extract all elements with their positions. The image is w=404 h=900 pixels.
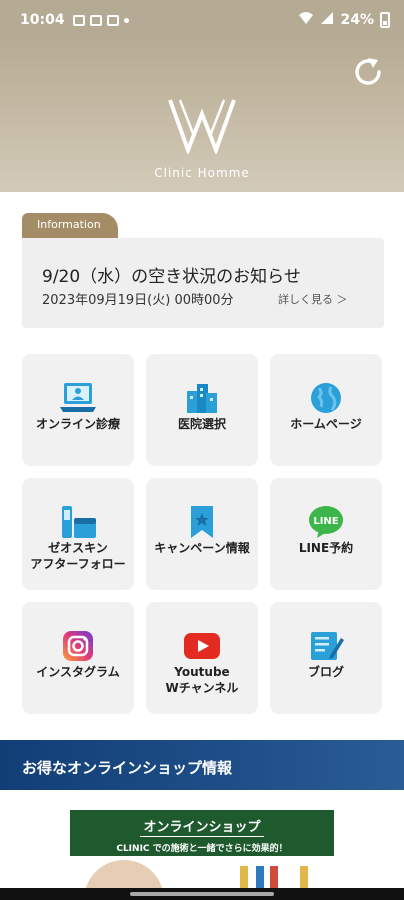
- battery-icon: [380, 12, 390, 28]
- clock: 10:04: [20, 12, 65, 28]
- shop-banner-subtitle: CLINIC での施術と一緒でさらに効果的！: [116, 844, 288, 854]
- see-more-link[interactable]: 詳しく見る ＞: [278, 291, 348, 307]
- system-icons: 24%: [298, 11, 390, 29]
- menu-homepage[interactable]: ホームページ: [270, 354, 382, 466]
- menu-grid: オンライン診療 医院選択 ホームページ ゼオスキン アフターフォロー キャンペー…: [22, 354, 384, 714]
- battery-percent: 24%: [340, 12, 374, 28]
- building-icon: [180, 380, 224, 416]
- bookmark-icon: [180, 504, 224, 540]
- clinic-logo-icon: [168, 99, 236, 154]
- instagram-icon: [56, 628, 100, 664]
- menu-label: キャンペーン情報: [154, 541, 250, 555]
- menu-label: ホームページ: [290, 417, 362, 431]
- teams-icon: [89, 14, 102, 26]
- wifi-icon: [298, 11, 314, 29]
- menu-instagram[interactable]: インスタグラム: [22, 602, 134, 714]
- blog-icon: [304, 628, 348, 664]
- shop-banner-title: オンラインショップ: [140, 816, 264, 837]
- menu-youtube[interactable]: Youtube Wチャンネル: [146, 602, 258, 714]
- menu-clinic-select[interactable]: 医院選択: [146, 354, 258, 466]
- information-card[interactable]: 9/20（水）の空き状況のお知らせ 2023年09月19日(火) 00時00分 …: [22, 238, 384, 328]
- shop-banner-header: オンラインショップ CLINIC での施術と一緒でさらに効果的！: [70, 810, 334, 856]
- notification-icons: [72, 14, 129, 26]
- menu-blog[interactable]: ブログ: [270, 602, 382, 714]
- menu-label: オンライン診療: [35, 417, 120, 431]
- menu-label: ゼオスキン アフターフォロー: [30, 541, 126, 571]
- news-date: 2023年09月19日(火) 00時00分: [42, 293, 234, 308]
- menu-line-reservation[interactable]: LINE LINE予約: [270, 478, 382, 590]
- line-icon-text: LINE: [313, 516, 338, 527]
- message-icon: [106, 14, 119, 26]
- status-bar: 10:04 24%: [0, 0, 404, 40]
- skincare-icon: [56, 504, 100, 540]
- gallery-icon: [72, 14, 85, 26]
- globe-icon: [304, 380, 348, 416]
- online-shop-info-banner[interactable]: お得なオンラインショップ情報: [0, 740, 404, 790]
- menu-zo-skin[interactable]: ゼオスキン アフターフォロー: [22, 478, 134, 590]
- menu-label: Youtube Wチャンネル: [165, 665, 239, 695]
- menu-label: インスタグラム: [36, 665, 120, 679]
- laptop-icon: [56, 380, 100, 416]
- news-title: 9/20（水）の空き状況のお知らせ: [42, 267, 301, 287]
- youtube-icon: [180, 628, 224, 664]
- system-nav-bar: [0, 888, 404, 900]
- app-header: Clinic Homme: [0, 40, 404, 192]
- signal-icon: [320, 11, 334, 29]
- line-icon: LINE: [304, 504, 348, 540]
- menu-online-consultation[interactable]: オンライン診療: [22, 354, 134, 466]
- brand-name: Clinic Homme: [154, 166, 250, 180]
- menu-campaign[interactable]: キャンペーン情報: [146, 478, 258, 590]
- more-dot-icon: [123, 17, 129, 23]
- home-gesture-bar[interactable]: [130, 892, 274, 896]
- refresh-icon[interactable]: [350, 54, 386, 90]
- online-shop-banner[interactable]: オンラインショップ CLINIC での施術と一緒でさらに効果的！: [70, 810, 334, 900]
- menu-label: ブログ: [307, 665, 344, 679]
- information-tab: Information: [22, 213, 118, 239]
- menu-label: LINE予約: [298, 541, 354, 555]
- menu-label: 医院選択: [177, 417, 226, 431]
